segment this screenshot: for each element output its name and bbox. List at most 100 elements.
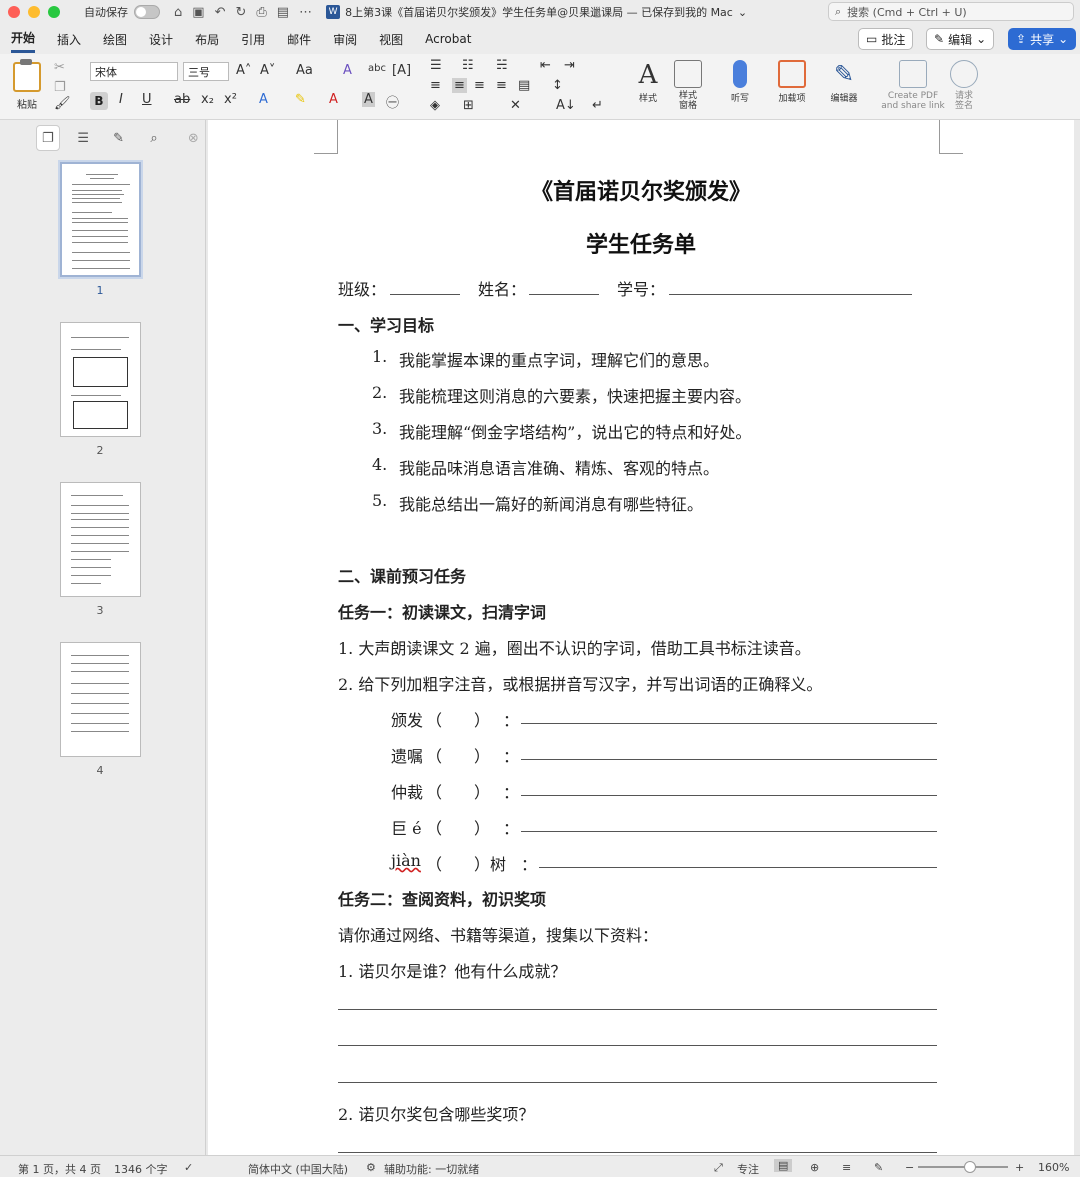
tab-review[interactable]: 审阅 (333, 27, 357, 52)
vocab-answer-blank[interactable] (521, 795, 937, 796)
redo-icon[interactable]: ↻ (235, 5, 246, 20)
name-blank[interactable] (529, 294, 599, 295)
editor-button[interactable]: ✎ 编辑器 (822, 60, 866, 104)
undo-icon[interactable]: ↶ (215, 5, 226, 20)
thumbnails-tab-icon[interactable]: ❐ (36, 125, 60, 151)
request-sign-button[interactable]: 请求 签名 (942, 60, 986, 111)
quick-save-icon[interactable]: ▤ (277, 5, 289, 20)
home-icon[interactable]: ⌂ (174, 5, 182, 20)
page-thumbnail-4[interactable] (60, 642, 141, 757)
tab-insert[interactable]: 插入 (57, 27, 81, 52)
search-tab-icon[interactable]: ⌕ (142, 125, 165, 151)
tab-home[interactable]: 开始 (11, 25, 36, 53)
more-icon[interactable]: ⋯ (299, 5, 312, 20)
copy-icon[interactable]: ❐ (54, 80, 66, 95)
shrink-font-icon[interactable]: A˅ (260, 63, 275, 78)
cut-icon[interactable]: ✂ (54, 60, 65, 75)
word-count[interactable]: 1346 个字 (114, 1161, 168, 1177)
vocab-answer-blank[interactable] (521, 831, 937, 832)
outline-view-icon[interactable]: ≡ (842, 1161, 851, 1174)
tab-acrobat[interactable]: Acrobat (425, 28, 471, 50)
language-indicator[interactable]: 简体中文 (中国大陆) (248, 1161, 348, 1177)
enclose-char-icon[interactable]: ㊀ (386, 92, 399, 111)
highlight-icon[interactable]: ✎ (295, 92, 306, 107)
class-blank[interactable] (390, 294, 460, 295)
answer-line[interactable] (338, 1045, 937, 1046)
document-title[interactable]: W 8上第3课《首届诺贝尔奖颁发》学生任务单@贝果邋课局 — 已保存到我的 Ma… (326, 4, 747, 20)
styles-pane-button[interactable]: 样式 窗格 (666, 60, 710, 111)
chinese-layout-icon[interactable]: ✕ (510, 98, 521, 113)
document-page[interactable]: 《首届诺贝尔奖颁发》 学生任务单 班级： 姓名： 学号： 一、学习目标 1. 我… (208, 120, 1074, 1155)
page-count[interactable]: 第 1 页，共 4 页 (18, 1161, 101, 1177)
clear-format-icon[interactable]: A (343, 63, 352, 78)
create-pdf-button[interactable]: Create PDF and share link (878, 60, 948, 111)
distributed-icon[interactable]: ▤ (518, 78, 530, 93)
justify-icon[interactable]: ≡ (496, 78, 507, 93)
numbering-icon[interactable]: ☷ (462, 58, 474, 73)
page-thumbnail-3[interactable] (60, 482, 141, 597)
answer-line[interactable] (338, 1009, 937, 1010)
change-case-icon[interactable]: Aa (296, 63, 313, 78)
accessibility-icon[interactable]: ⚙ (366, 1161, 376, 1174)
italic-button[interactable]: I (119, 92, 123, 107)
sort-icon[interactable]: A↓ (556, 98, 576, 113)
line-spacing-icon[interactable]: ↕ (552, 78, 563, 93)
vocab-answer-blank[interactable] (521, 723, 937, 724)
underline-button[interactable]: U (142, 92, 152, 107)
vocab-answer-blank[interactable] (539, 867, 937, 868)
print-icon[interactable]: ⎙ (256, 5, 266, 20)
font-size-select[interactable]: 三号 (183, 62, 229, 81)
char-shading-icon[interactable]: A (362, 92, 375, 107)
close-pane-icon[interactable]: ⊗ (182, 125, 205, 151)
share-button[interactable]: ⇪ 共享 ⌄ (1008, 28, 1077, 50)
paste-button[interactable]: 粘贴 (10, 59, 44, 111)
page-thumbnail-1[interactable] (60, 162, 141, 277)
increase-indent-icon[interactable]: ⇥ (564, 58, 575, 73)
tab-design[interactable]: 设计 (149, 27, 173, 52)
accessibility-status[interactable]: 辅助功能: 一切就绪 (384, 1161, 479, 1177)
document-area[interactable]: 《首届诺贝尔奖颁发》 学生任务单 班级： 姓名： 学号： 一、学习目标 1. 我… (207, 120, 1080, 1155)
zoom-in-icon[interactable]: + (1015, 1161, 1024, 1174)
shading-icon[interactable]: ◈ (430, 98, 440, 113)
tab-layout[interactable]: 布局 (195, 27, 219, 52)
tab-view[interactable]: 视图 (379, 27, 403, 52)
save-icon[interactable]: ▣ (192, 5, 204, 20)
format-painter-icon[interactable]: 🖌 (54, 96, 71, 111)
zoom-window-button[interactable] (48, 6, 60, 18)
zoom-slider-knob[interactable] (964, 1161, 976, 1173)
tab-mailings[interactable]: 邮件 (287, 27, 311, 52)
answer-line[interactable] (338, 1152, 937, 1153)
headings-tab-icon[interactable]: ☰ (72, 125, 95, 151)
align-right-icon[interactable]: ≡ (474, 78, 485, 93)
page-thumbnail-2[interactable] (60, 322, 141, 437)
strikethrough-button[interactable]: ab (174, 92, 190, 107)
web-layout-icon[interactable]: ⊕ (810, 1161, 819, 1174)
proofing-icon[interactable]: ✓ (184, 1161, 193, 1174)
bullets-icon[interactable]: ☰ (430, 58, 442, 73)
zoom-out-icon[interactable]: − (905, 1161, 914, 1174)
decrease-indent-icon[interactable]: ⇤ (540, 58, 551, 73)
char-border-icon[interactable]: [A] (392, 63, 411, 78)
align-center-icon[interactable]: ≡ (452, 78, 467, 93)
phonetic-guide-icon[interactable]: abc (368, 63, 386, 74)
subscript-button[interactable]: x₂ (201, 92, 214, 107)
autosave-toggle[interactable] (134, 5, 160, 19)
print-layout-icon[interactable]: ▤ (774, 1159, 793, 1172)
addins-button[interactable]: 加载项 (770, 60, 814, 104)
tab-references[interactable]: 引用 (241, 27, 265, 52)
zoom-level[interactable]: 160% (1038, 1161, 1069, 1174)
align-left-icon[interactable]: ≡ (430, 78, 441, 93)
vocab-answer-blank[interactable] (521, 759, 937, 760)
comments-button[interactable]: ▭ 批注 (858, 28, 914, 50)
dictate-button[interactable]: 听写 (718, 60, 762, 104)
student-id-blank[interactable] (669, 294, 912, 295)
minimize-window-button[interactable] (28, 6, 40, 18)
borders-icon[interactable]: ⊞ (463, 98, 474, 113)
bold-button[interactable]: B (90, 92, 108, 110)
editing-mode-button[interactable]: ✎ 编辑 ⌄ (926, 28, 995, 50)
grow-font-icon[interactable]: A˄ (236, 63, 251, 78)
tab-draw[interactable]: 绘图 (103, 27, 127, 52)
answer-line[interactable] (338, 1082, 937, 1083)
draft-view-icon[interactable]: ✎ (874, 1161, 883, 1174)
multilevel-list-icon[interactable]: ☵ (496, 58, 508, 73)
